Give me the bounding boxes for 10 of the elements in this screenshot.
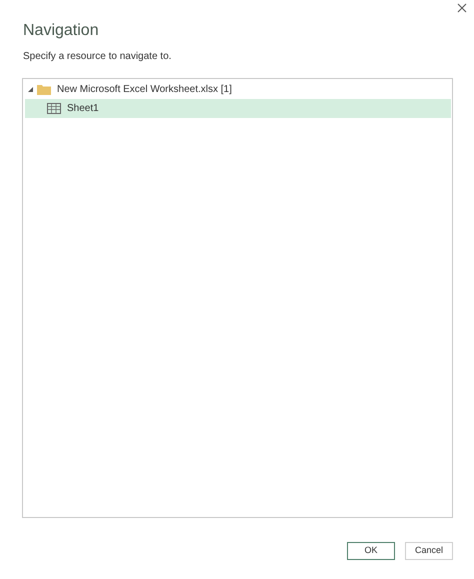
tree-item[interactable]: Sheet1: [25, 99, 451, 118]
folder-icon: [37, 84, 51, 95]
cancel-button[interactable]: Cancel: [405, 542, 453, 560]
ok-button[interactable]: OK: [347, 542, 395, 560]
dialog-subtitle: Specify a resource to navigate to.: [23, 50, 172, 64]
dialog-title: Navigation: [23, 21, 99, 41]
close-button[interactable]: [455, 1, 469, 15]
expanded-caret-icon[interactable]: [28, 87, 33, 92]
table-icon: [47, 103, 61, 114]
tree-item[interactable]: New Microsoft Excel Worksheet.xlsx [1]: [25, 80, 451, 99]
